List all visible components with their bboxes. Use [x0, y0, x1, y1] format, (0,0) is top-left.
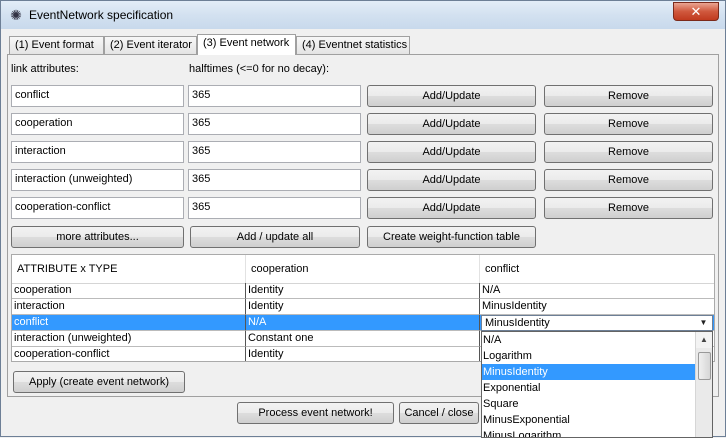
dropdown-scrollbar[interactable]: ▲	[695, 332, 712, 437]
table-row[interactable]: interaction Identity MinusIdentity	[12, 299, 714, 315]
close-button[interactable]: ✕	[673, 2, 719, 21]
remove-button[interactable]: Remove	[544, 85, 713, 107]
table-cell[interactable]: Identity	[246, 299, 480, 315]
table-header: ATTRIBUTE x TYPE cooperation conflict	[12, 255, 714, 284]
more-attributes-button[interactable]: more attributes...	[11, 226, 184, 248]
cancel-close-button[interactable]: Cancel / close	[399, 402, 479, 424]
halftimes-label: halftimes (<=0 for no decay):	[189, 63, 330, 75]
dropdown-option[interactable]: N/A	[482, 332, 696, 348]
apply-button[interactable]: Apply (create event network)	[13, 371, 185, 393]
add-update-button[interactable]: Add/Update	[367, 141, 536, 163]
attribute-name-field[interactable]: cooperation-conflict	[11, 197, 184, 219]
halftime-field[interactable]: 365	[188, 141, 361, 163]
tab-event-network[interactable]: (3) Event network	[197, 34, 296, 55]
add-update-button[interactable]: Add/Update	[367, 169, 536, 191]
table-cell[interactable]: Identity	[246, 283, 480, 299]
dropdown-option[interactable]: MinusExponential	[482, 412, 696, 428]
column-header[interactable]: ATTRIBUTE x TYPE	[12, 255, 246, 283]
attribute-name-field[interactable]: interaction (unweighted)	[11, 169, 184, 191]
add-update-button[interactable]: Add/Update	[367, 113, 536, 135]
table-cell[interactable]: MinusIdentity	[480, 299, 714, 315]
attribute-name-field[interactable]: conflict	[11, 85, 184, 107]
add-update-button[interactable]: Add/Update	[367, 197, 536, 219]
tab-event-format[interactable]: (1) Event format	[9, 36, 104, 54]
table-cell: interaction	[12, 299, 246, 315]
weight-function-combo[interactable]: MinusIdentity ▼	[481, 315, 713, 331]
chevron-down-icon[interactable]: ▼	[697, 317, 710, 329]
attribute-name-field[interactable]: cooperation	[11, 113, 184, 135]
remove-button[interactable]: Remove	[544, 197, 713, 219]
table-cell[interactable]: N/A	[246, 315, 480, 331]
column-header[interactable]: cooperation	[246, 255, 480, 283]
tab-event-iterator[interactable]: (2) Event iterator	[104, 36, 197, 54]
halftime-field[interactable]: 365	[188, 85, 361, 107]
add-update-button[interactable]: Add/Update	[367, 85, 536, 107]
link-attributes-label: link attributes:	[11, 63, 79, 75]
table-cell: cooperation	[12, 283, 246, 299]
table-cell[interactable]: Identity	[246, 347, 480, 361]
attribute-name-field[interactable]: interaction	[11, 141, 184, 163]
halftime-field[interactable]: 365	[188, 113, 361, 135]
add-update-all-button[interactable]: Add / update all	[190, 226, 360, 248]
table-cell[interactable]: Constant one	[246, 331, 480, 347]
remove-button[interactable]: Remove	[544, 113, 713, 135]
tab-eventnet-statistics[interactable]: (4) Eventnet statistics	[296, 36, 410, 54]
weight-function-dropdown: N/A Logarithm MinusIdentity Exponential …	[481, 331, 713, 438]
table-cell[interactable]: N/A	[480, 283, 714, 299]
eventnetwork-window: ✺ EventNetwork specification ✕ (1) Event…	[0, 0, 726, 438]
halftime-field[interactable]: 365	[188, 197, 361, 219]
table-cell: interaction (unweighted)	[12, 331, 246, 347]
table-cell: conflict	[12, 315, 246, 331]
dropdown-option[interactable]: Logarithm	[482, 348, 696, 364]
scroll-up-icon[interactable]: ▲	[696, 332, 712, 348]
remove-button[interactable]: Remove	[544, 141, 713, 163]
title-bar[interactable]: ✺ EventNetwork specification ✕	[1, 1, 725, 29]
create-weight-table-button[interactable]: Create weight-function table	[367, 226, 536, 248]
combo-value: MinusIdentity	[485, 317, 550, 329]
scrollbar-thumb[interactable]	[698, 352, 711, 380]
halftime-field[interactable]: 365	[188, 169, 361, 191]
process-event-network-button[interactable]: Process event network!	[237, 402, 394, 424]
remove-button[interactable]: Remove	[544, 169, 713, 191]
dropdown-option-selected[interactable]: MinusIdentity	[482, 364, 696, 380]
table-row[interactable]: cooperation Identity N/A	[12, 283, 714, 299]
app-icon: ✺	[10, 7, 22, 23]
column-header[interactable]: conflict	[480, 255, 714, 283]
dropdown-option[interactable]: Square	[482, 396, 696, 412]
table-cell: cooperation-conflict	[12, 347, 246, 361]
dropdown-option[interactable]: Exponential	[482, 380, 696, 396]
window-title: EventNetwork specification	[29, 8, 174, 22]
